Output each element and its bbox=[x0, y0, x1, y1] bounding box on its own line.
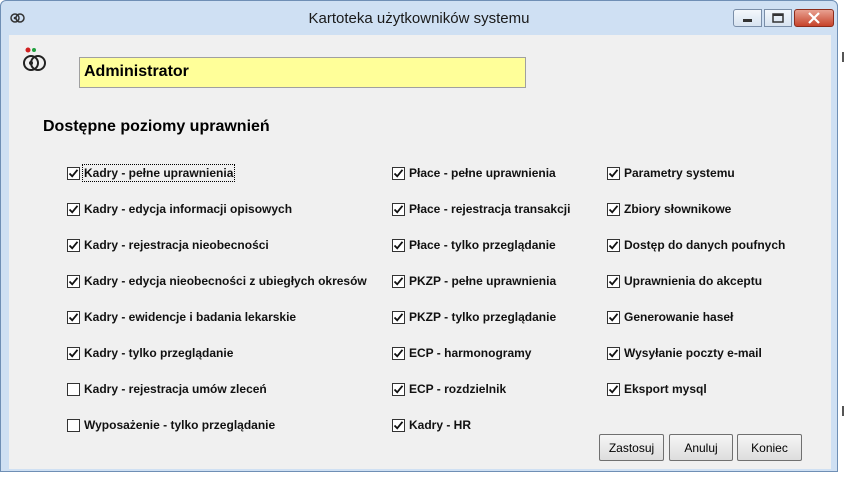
minimize-button[interactable] bbox=[733, 9, 762, 27]
permission-checkbox[interactable] bbox=[392, 238, 405, 252]
permission-checkbox[interactable] bbox=[607, 274, 620, 288]
permission-item[interactable]: Dostęp do danych poufnych bbox=[607, 236, 786, 254]
permission-label[interactable]: PKZP - pełne uprawnienia bbox=[408, 273, 557, 289]
permission-item[interactable]: Kadry - pełne uprawnienia bbox=[67, 164, 236, 182]
permission-item[interactable]: Kadry - ewidencje i badania lekarskie bbox=[67, 308, 297, 326]
permission-checkbox[interactable] bbox=[392, 166, 405, 180]
background-mark bbox=[842, 406, 844, 416]
permission-checkbox[interactable] bbox=[392, 202, 405, 216]
permission-checkbox[interactable] bbox=[607, 310, 620, 324]
permission-label[interactable]: Wyposażenie - tylko przeglądanie bbox=[83, 417, 276, 433]
permission-checkbox[interactable] bbox=[67, 274, 80, 288]
permission-label[interactable]: Kadry - edycja nieobecności z ubiegłych … bbox=[83, 273, 368, 289]
permission-checkbox[interactable] bbox=[67, 166, 80, 180]
permission-label[interactable]: ECP - harmonogramy bbox=[408, 345, 532, 361]
permission-item[interactable]: Generowanie haseł bbox=[607, 308, 734, 326]
permission-checkbox[interactable] bbox=[392, 310, 405, 324]
permission-checkbox[interactable] bbox=[392, 274, 405, 288]
permission-label[interactable]: Kadry - ewidencje i badania lekarskie bbox=[83, 309, 297, 325]
permission-item[interactable]: Kadry - edycja informacji opisowych bbox=[67, 200, 293, 218]
permission-item[interactable]: Wysyłanie poczty e-mail bbox=[607, 344, 763, 362]
permission-item[interactable]: Eksport mysql bbox=[607, 380, 708, 398]
permission-item[interactable]: PKZP - pełne uprawnienia bbox=[392, 272, 557, 290]
permission-item[interactable]: Kadry - edycja nieobecności z ubiegłych … bbox=[67, 272, 368, 290]
close-button[interactable]: Koniec bbox=[737, 434, 802, 461]
permission-label[interactable]: Uprawnienia do akceptu bbox=[623, 273, 763, 289]
permission-label[interactable]: Kadry - rejestracja umów zleceń bbox=[83, 381, 268, 397]
background-mark bbox=[842, 52, 844, 62]
permission-item[interactable]: ECP - rozdzielnik bbox=[392, 380, 507, 398]
permission-item[interactable]: Kadry - rejestracja nieobecności bbox=[67, 236, 270, 254]
permission-item[interactable]: ECP - harmonogramy bbox=[392, 344, 532, 362]
cancel-button[interactable]: Anuluj bbox=[669, 434, 733, 461]
minimize-icon bbox=[743, 19, 752, 22]
permission-label[interactable]: Wysyłanie poczty e-mail bbox=[623, 345, 763, 361]
permission-item[interactable]: Płace - pełne uprawnienia bbox=[392, 164, 557, 182]
permission-label[interactable]: Płace - pełne uprawnienia bbox=[408, 165, 557, 181]
permission-checkbox[interactable] bbox=[392, 382, 405, 396]
permission-item[interactable]: Kadry - rejestracja umów zleceń bbox=[67, 380, 268, 398]
permission-checkbox[interactable] bbox=[392, 346, 405, 360]
permission-item[interactable]: Wyposażenie - tylko przeglądanie bbox=[67, 416, 276, 434]
permission-label[interactable]: Płace - tylko przeglądanie bbox=[408, 237, 557, 253]
permission-checkbox[interactable] bbox=[67, 346, 80, 360]
permission-item[interactable]: Zbiory słownikowe bbox=[607, 200, 732, 218]
permission-checkbox[interactable] bbox=[67, 310, 80, 324]
permission-label[interactable]: Kadry - HR bbox=[408, 417, 472, 433]
permission-label[interactable]: Eksport mysql bbox=[623, 381, 708, 397]
permission-label[interactable]: Kadry - tylko przeglądanie bbox=[83, 345, 234, 361]
permission-checkbox[interactable] bbox=[607, 382, 620, 396]
permission-item[interactable]: Parametry systemu bbox=[607, 164, 736, 182]
permission-label[interactable]: Generowanie haseł bbox=[623, 309, 734, 325]
user-key-icon bbox=[19, 45, 51, 77]
permission-label[interactable]: Kadry - edycja informacji opisowych bbox=[83, 201, 293, 217]
close-icon bbox=[808, 12, 820, 24]
permission-checkbox[interactable] bbox=[67, 202, 80, 216]
permission-label[interactable]: Parametry systemu bbox=[623, 165, 736, 181]
maximize-icon bbox=[772, 13, 784, 23]
permission-checkbox[interactable] bbox=[607, 166, 620, 180]
title-bar[interactable]: Kartoteka użytkowników systemu bbox=[1, 1, 837, 35]
permission-item[interactable]: Uprawnienia do akceptu bbox=[607, 272, 763, 290]
dialog-content: Administrator Dostępne poziomy uprawnień… bbox=[9, 35, 831, 469]
permission-checkbox[interactable] bbox=[67, 238, 80, 252]
permission-checkbox[interactable] bbox=[607, 346, 620, 360]
permission-label[interactable]: ECP - rozdzielnik bbox=[408, 381, 507, 397]
permission-item[interactable]: Kadry - tylko przeglądanie bbox=[67, 344, 234, 362]
permission-checkbox[interactable] bbox=[392, 418, 405, 432]
permission-item[interactable]: Kadry - HR bbox=[392, 416, 472, 434]
permission-label[interactable]: Dostęp do danych poufnych bbox=[623, 237, 786, 253]
permission-item[interactable]: Płace - rejestracja transakcji bbox=[392, 200, 571, 218]
maximize-button[interactable] bbox=[764, 9, 792, 27]
permission-label[interactable]: Kadry - rejestracja nieobecności bbox=[83, 237, 270, 253]
section-title: Dostępne poziomy uprawnień bbox=[43, 118, 270, 135]
permission-item[interactable]: PKZP - tylko przeglądanie bbox=[392, 308, 557, 326]
dialog-window: Kartoteka użytkowników systemu Administr… bbox=[0, 0, 838, 472]
window-title: Kartoteka użytkowników systemu bbox=[308, 10, 530, 27]
permission-item[interactable]: Płace - tylko przeglądanie bbox=[392, 236, 557, 254]
permission-label[interactable]: PKZP - tylko przeglądanie bbox=[408, 309, 557, 325]
close-window-button[interactable] bbox=[794, 9, 834, 27]
permission-checkbox[interactable] bbox=[67, 382, 80, 396]
user-name-field[interactable]: Administrator bbox=[79, 57, 526, 88]
permission-label[interactable]: Zbiory słownikowe bbox=[623, 201, 732, 217]
apply-button[interactable]: Zastosuj bbox=[599, 434, 664, 461]
permission-checkbox[interactable] bbox=[607, 202, 620, 216]
permission-label[interactable]: Kadry - pełne uprawnienia bbox=[81, 164, 236, 182]
permission-checkbox[interactable] bbox=[607, 238, 620, 252]
permission-checkbox[interactable] bbox=[67, 418, 80, 432]
permission-label[interactable]: Płace - rejestracja transakcji bbox=[408, 201, 571, 217]
